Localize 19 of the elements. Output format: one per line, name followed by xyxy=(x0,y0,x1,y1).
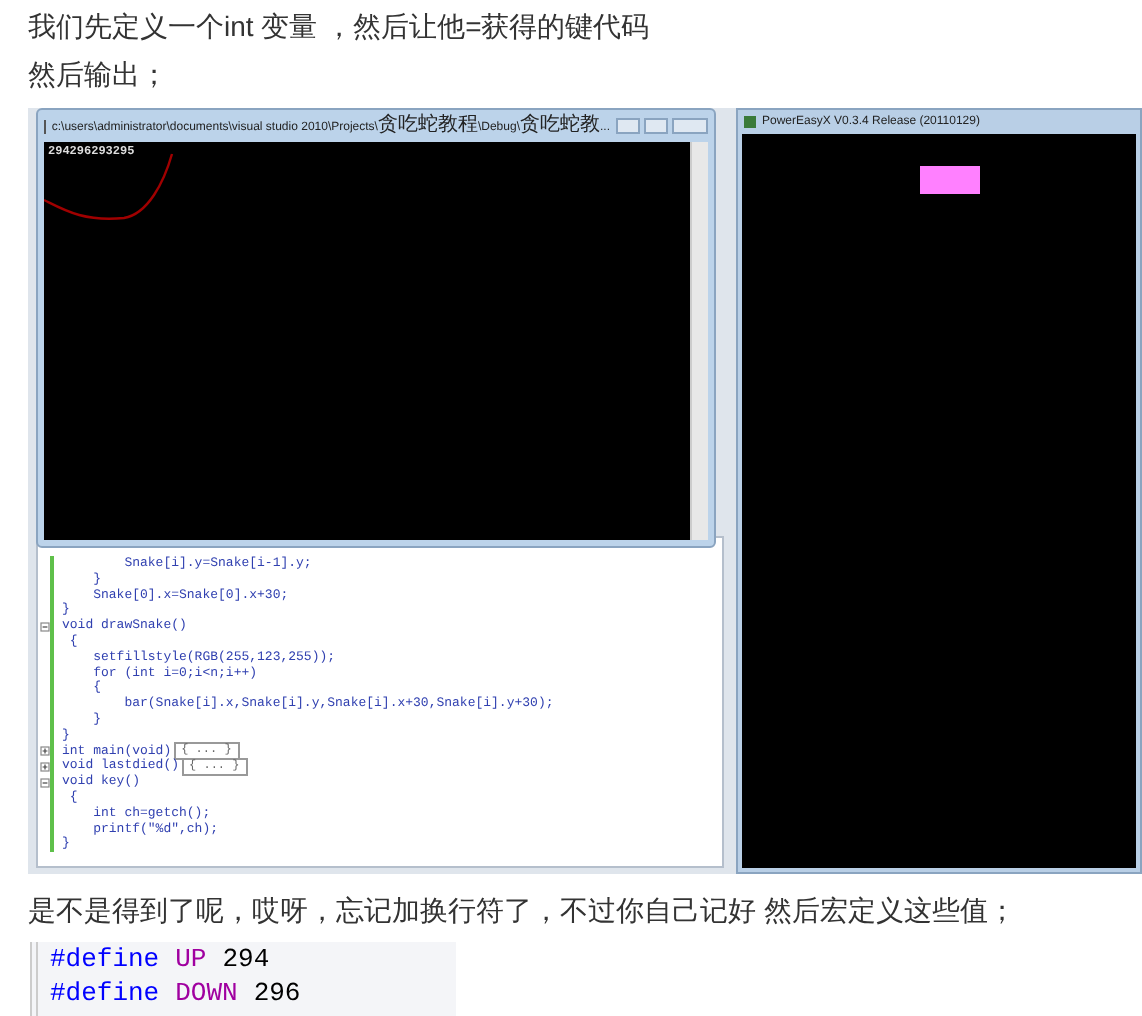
app-icon xyxy=(744,116,756,128)
macro-name: DOWN xyxy=(175,976,238,1010)
close-button[interactable] xyxy=(672,118,708,134)
macro-value: 294 xyxy=(222,942,270,976)
text-line: 然后输出； xyxy=(28,56,170,94)
paragraph: 是不是得到了呢，哎呀，忘记加换行符了，不过你自己记好 然后宏定义这些值； xyxy=(28,892,1018,930)
macro-value: 296 xyxy=(253,976,301,1010)
minus-icon[interactable] xyxy=(39,777,49,788)
plus-icon[interactable] xyxy=(39,745,49,756)
scrollbar[interactable] xyxy=(690,142,708,540)
text-line: 我们先定义一个int 变量 ，然后让他=获得的键代码 xyxy=(28,8,652,46)
plus-icon[interactable] xyxy=(39,761,49,772)
snake-block xyxy=(920,166,980,194)
minimize-button[interactable] xyxy=(616,118,640,134)
minus-icon[interactable] xyxy=(39,621,49,632)
define-keyword: #define xyxy=(50,976,160,1010)
maximize-button[interactable] xyxy=(644,118,668,134)
define-keyword: #define xyxy=(50,942,160,976)
macro-name: UP xyxy=(175,942,207,976)
